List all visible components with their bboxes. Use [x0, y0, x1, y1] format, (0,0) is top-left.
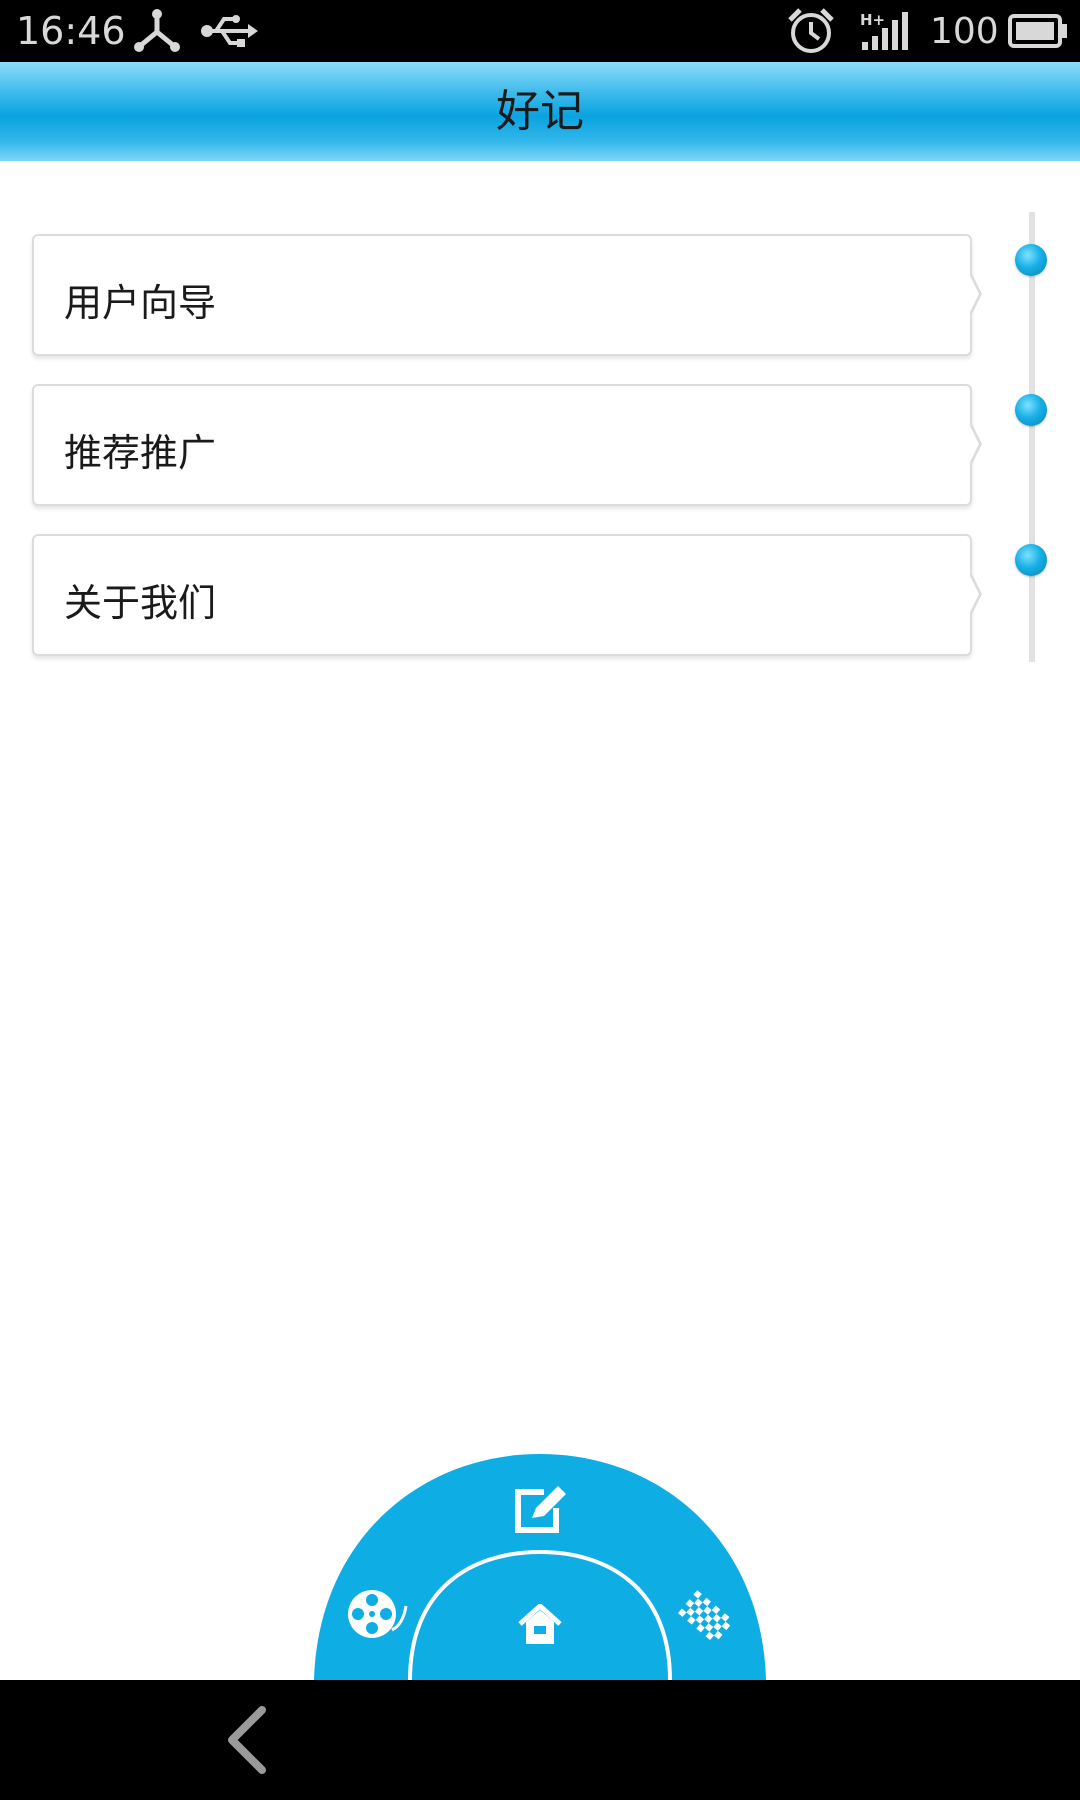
edit-icon[interactable]	[512, 1484, 570, 1536]
share-icon	[134, 9, 180, 52]
menu-item-label: 推荐推广	[64, 431, 217, 475]
signal-icon: H+	[860, 11, 908, 50]
menu-item-recommend[interactable]: 推荐推广	[32, 384, 982, 506]
menu-item-label: 用户向导	[64, 281, 217, 325]
battery-level: 100	[930, 11, 999, 52]
status-time: 16:46	[16, 9, 126, 53]
home-icon[interactable]	[518, 1604, 562, 1646]
svg-text:H+: H+	[860, 11, 885, 29]
back-arrow-icon[interactable]	[212, 1700, 282, 1780]
timeline-dot	[1015, 244, 1047, 276]
timeline-dot	[1015, 394, 1047, 426]
film-reel-icon[interactable]	[346, 1586, 410, 1642]
card-pointer-inner	[969, 274, 979, 314]
usb-icon	[201, 15, 258, 47]
card-pointer-inner	[969, 574, 979, 614]
timeline-dot	[1015, 544, 1047, 576]
radial-menu	[0, 1440, 1080, 1680]
pattern-icon[interactable]	[676, 1590, 736, 1644]
timeline-track	[1029, 212, 1035, 662]
status-bar: 16:46 H+ 100	[0, 0, 1080, 62]
battery-icon	[1008, 14, 1067, 48]
menu-item-user-guide[interactable]: 用户向导	[32, 234, 982, 356]
card-pointer-inner	[969, 424, 979, 464]
menu-item-label: 关于我们	[64, 581, 217, 625]
title-bar: 好记	[0, 62, 1080, 161]
navigation-bar	[0, 1680, 1080, 1800]
menu-item-about-us[interactable]: 关于我们	[32, 534, 982, 656]
alarm-icon	[788, 8, 834, 53]
page-title: 好记	[496, 86, 584, 137]
